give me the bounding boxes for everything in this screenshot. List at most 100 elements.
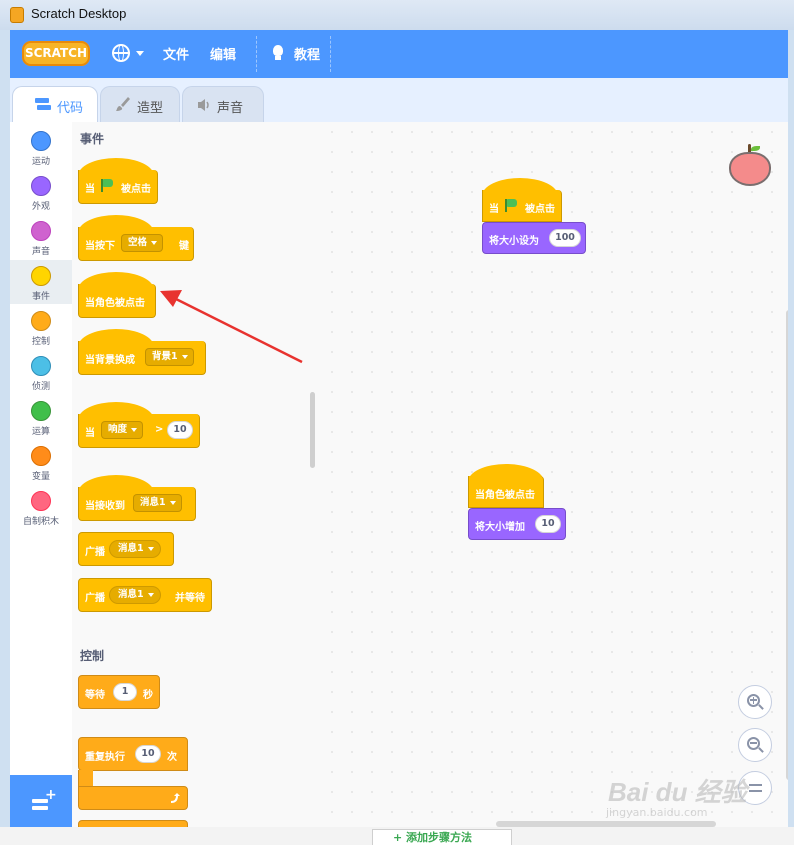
block-text: 当 (489, 204, 499, 215)
zoom-in-button[interactable] (738, 685, 772, 719)
when-sprite-clicked-block[interactable]: 当角色被点击 (78, 284, 156, 318)
category-label: 运动 (31, 157, 50, 167)
apple-sprite[interactable] (727, 144, 773, 188)
category-dot (31, 266, 51, 286)
tab-costumes[interactable]: 造型 (100, 86, 180, 122)
loop-arrow-icon (170, 793, 180, 803)
category-dot (31, 491, 51, 511)
code-icon (35, 98, 51, 110)
block-text: 将大小设为 (489, 236, 539, 247)
category-sound[interactable]: 声音 (10, 215, 72, 259)
window-title: Scratch Desktop (31, 6, 127, 21)
category-label: 事件 (31, 292, 50, 302)
block-text: 次 (167, 752, 177, 763)
add-method-button[interactable]: + 添加步骤方法 (372, 829, 512, 845)
tab-code-label: 代码 (57, 101, 84, 116)
set-size-block[interactable]: 将大小设为 100 (482, 222, 586, 254)
events-section-title: 事件 (80, 132, 105, 146)
globe-icon (112, 44, 130, 62)
broadcast-dropdown[interactable]: 消息1 (109, 540, 161, 558)
key-dropdown[interactable]: 空格 (121, 234, 164, 252)
menu-bar: SCRATCH 文件 编辑 教程 (10, 30, 794, 78)
category-dot (31, 131, 51, 151)
brush-icon (116, 97, 130, 111)
category-my-blocks[interactable]: 自制积木 (10, 485, 72, 529)
block-text: 当角色被点击 (85, 298, 145, 309)
when-flag-clicked-block[interactable]: 当 被点击 (78, 170, 158, 204)
tutorials-menu[interactable]: 教程 (294, 44, 320, 63)
flag-icon (505, 199, 517, 212)
category-dot (31, 176, 51, 196)
title-bar: Scratch Desktop (0, 0, 794, 30)
bulb-icon[interactable] (268, 42, 288, 64)
category-label: 变量 (31, 472, 50, 482)
watermark: Bai du 经验 jingyan.baidu.com (600, 772, 750, 824)
watermark-url: jingyan.baidu.com (606, 806, 708, 819)
block-text: 广播 (85, 547, 105, 558)
flag-icon (101, 179, 113, 192)
category-dot (31, 356, 51, 376)
block-palette: 事件 当 被点击 当按下 空格 键 当角色被点击 当背景换成 背景1 当 响度 … (72, 122, 323, 827)
block-text: 广播 (85, 593, 105, 604)
when-loudness-block[interactable]: 当 响度 > 10 (78, 414, 200, 448)
block-text: 等待 (85, 690, 105, 701)
broadcast-and-wait-block[interactable]: 广播 消息1 并等待 (78, 578, 212, 612)
block-text: 当按下 (85, 241, 115, 252)
category-variables[interactable]: 变量 (10, 440, 72, 484)
broadcast-block[interactable]: 广播 消息1 (78, 532, 174, 566)
speaker-icon (198, 99, 209, 111)
change-size-block[interactable]: 将大小增加 10 (468, 508, 566, 540)
block-text: 将大小增加 (475, 522, 525, 533)
block-text: 并等待 (175, 593, 205, 604)
block-text: 当背景换成 (85, 355, 135, 366)
language-menu[interactable] (110, 42, 150, 66)
category-label: 控制 (31, 337, 50, 347)
set-size-input[interactable]: 100 (549, 229, 581, 247)
repeat-block[interactable]: 重复执行 10 次 (78, 737, 188, 771)
category-sensing[interactable]: 侦测 (10, 350, 72, 394)
category-operators[interactable]: 运算 (10, 395, 72, 439)
block-text: 秒 (143, 690, 153, 701)
file-menu[interactable]: 文件 (163, 44, 189, 63)
block-text: 重复执行 (85, 752, 125, 763)
block-text: 当接收到 (85, 501, 125, 512)
edit-menu[interactable]: 编辑 (210, 44, 236, 63)
palette-scrollbar[interactable] (310, 392, 315, 468)
when-i-receive-block[interactable]: 当接收到 消息1 (78, 487, 196, 521)
block-text: 当角色被点击 (475, 490, 535, 501)
add-extension-button[interactable]: + (10, 775, 72, 831)
workspace: 运动 外观 声音 事件 控制 侦测 运算 变量 自制积木 + 事件 当 被点击 … (10, 122, 794, 845)
arrow-annotation (160, 290, 303, 364)
window-edge (788, 30, 794, 845)
broadcast-wait-dropdown[interactable]: 消息1 (109, 586, 161, 604)
block-text: > (155, 424, 164, 435)
block-text: 当 (85, 184, 95, 195)
block-text: 被点击 (525, 204, 555, 215)
scratch-window: Scratch Desktop SCRATCH 文件 编辑 教程 代码 造型 声… (0, 0, 794, 845)
category-events[interactable]: 事件 (10, 260, 72, 304)
message-dropdown[interactable]: 消息1 (133, 494, 182, 512)
when-flag-clicked-block[interactable]: 当 被点击 (482, 190, 562, 222)
tab-code[interactable]: 代码 (12, 86, 98, 123)
loudness-input[interactable]: 10 (167, 421, 193, 439)
when-sprite-clicked-block[interactable]: 当角色被点击 (468, 476, 544, 508)
wait-input[interactable]: 1 (113, 683, 137, 701)
category-dot (31, 446, 51, 466)
zoom-out-button[interactable] (738, 728, 772, 762)
tab-sounds-label: 声音 (217, 101, 244, 116)
category-dot (31, 311, 51, 331)
when-key-pressed-block[interactable]: 当按下 空格 键 (78, 227, 194, 261)
loudness-dropdown[interactable]: 响度 (101, 421, 144, 439)
tab-sounds[interactable]: 声音 (182, 86, 264, 122)
change-size-input[interactable]: 10 (535, 515, 561, 533)
category-looks[interactable]: 外观 (10, 170, 72, 214)
script-area[interactable]: 当 被点击 将大小设为 100 当角色被点击 将大小增加 10 (322, 122, 794, 827)
category-motion[interactable]: 运动 (10, 125, 72, 169)
wait-block[interactable]: 等待 1 秒 (78, 675, 160, 709)
scratch-logo[interactable]: SCRATCH (22, 41, 90, 66)
repeat-input[interactable]: 10 (135, 745, 161, 763)
menu-divider (256, 36, 257, 72)
category-control[interactable]: 控制 (10, 305, 72, 349)
category-dot (31, 221, 51, 241)
next-control-block[interactable] (78, 820, 188, 827)
